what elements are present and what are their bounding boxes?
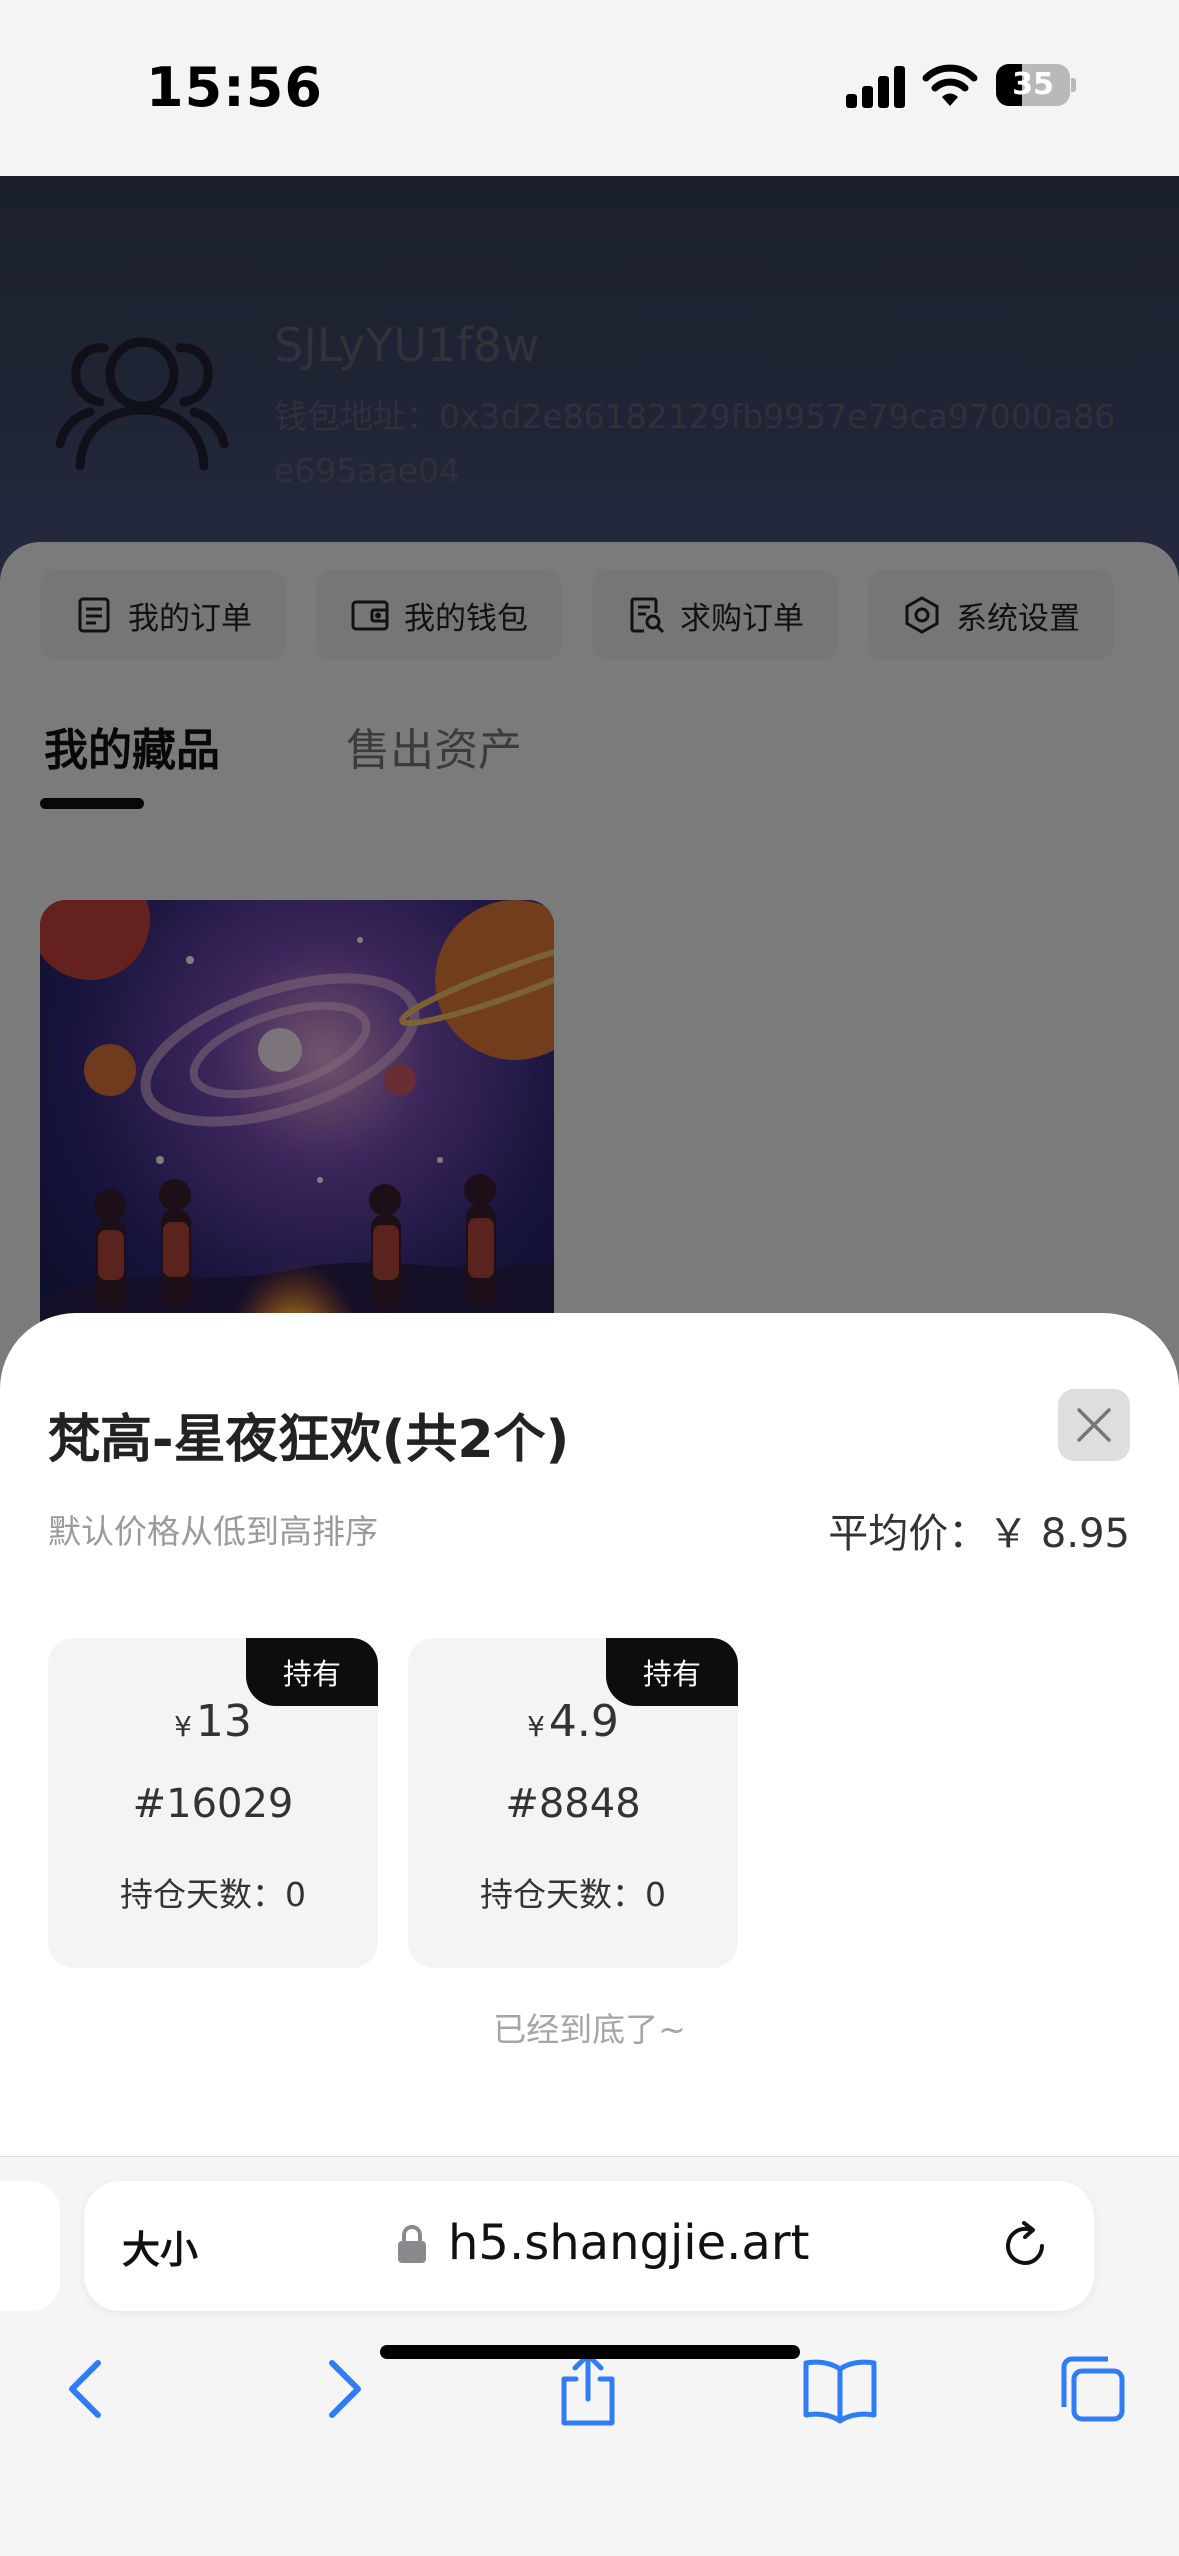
close-button[interactable] — [1058, 1389, 1130, 1461]
end-of-list-text: 已经到底了~ — [493, 2010, 686, 2049]
address-bar[interactable]: 大小 h5.shangjie.art — [84, 2181, 1094, 2311]
tabs-icon[interactable] — [1050, 2349, 1130, 2429]
cellular-signal-icon — [846, 66, 908, 108]
forward-icon[interactable] — [302, 2349, 382, 2429]
status-bar: 15:56 35 — [0, 0, 1179, 176]
item-card[interactable]: 持有 ¥4.9 #8848 持仓天数：0 — [408, 1638, 738, 1968]
lock-icon — [398, 2225, 426, 2263]
item-price: ¥4.9 — [527, 1696, 619, 1747]
sort-hint: 默认价格从低到高排序 — [48, 1512, 378, 1551]
item-card[interactable]: 持有 ¥13 #16029 持仓天数：0 — [48, 1638, 378, 1968]
previous-tab-peek[interactable] — [0, 2181, 60, 2311]
bookmarks-icon[interactable] — [800, 2349, 880, 2429]
item-number: #8848 — [505, 1781, 641, 1827]
item-price: ¥13 — [174, 1696, 252, 1747]
sheet-title: 梵高-星夜狂欢(共2个) — [48, 1410, 570, 1470]
battery-level: 35 — [1012, 67, 1054, 102]
share-icon[interactable] — [548, 2349, 628, 2429]
close-icon — [1077, 1408, 1111, 1442]
item-number: #16029 — [132, 1781, 294, 1827]
text-size-button[interactable]: 大小 — [122, 2219, 198, 2274]
wifi-icon — [922, 64, 978, 106]
home-indicator — [380, 2345, 800, 2359]
holding-days: 持仓天数：0 — [120, 1875, 306, 1914]
reload-icon[interactable] — [998, 2219, 1052, 2273]
collection-detail-sheet: 梵高-星夜狂欢(共2个) 默认价格从低到高排序 平均价：￥ 8.95 持有 ¥1… — [0, 1313, 1179, 2158]
holding-days: 持仓天数：0 — [480, 1875, 666, 1914]
average-price: 平均价：￥ 8.95 — [828, 1511, 1130, 1557]
battery-icon: 35 — [996, 64, 1076, 106]
status-time: 15:56 — [146, 56, 323, 119]
url-text[interactable]: h5.shangjie.art — [448, 2215, 809, 2271]
back-icon[interactable] — [48, 2349, 128, 2429]
